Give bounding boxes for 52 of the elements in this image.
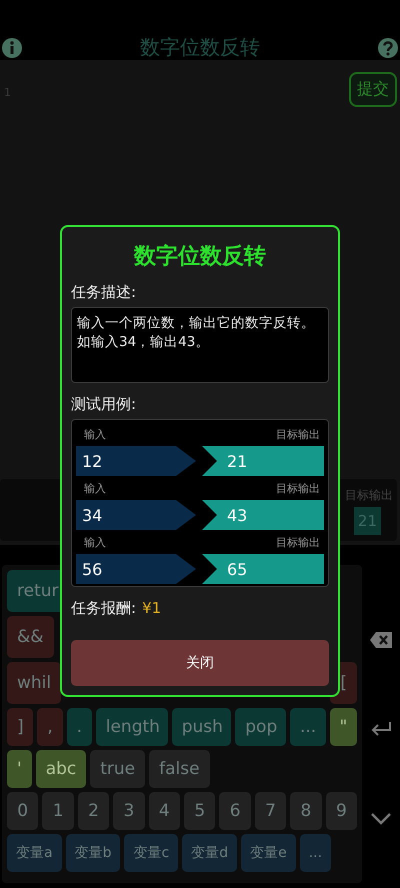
tests-label: 测试用例:: [71, 395, 138, 414]
description-label: 任务描述:: [71, 283, 138, 302]
keyboard-key[interactable]: .: [66, 708, 92, 746]
keyboard-key[interactable]: true: [90, 750, 146, 788]
keyboard-key[interactable]: 0: [7, 792, 38, 830]
keyboard-key[interactable]: 变量e: [241, 834, 296, 872]
task-description: 输入一个两位数，输出它的数字反转。如输入34，输出43。: [71, 307, 329, 383]
keyboard-key[interactable]: &&: [7, 616, 54, 658]
keyboard-key[interactable]: 变量d: [182, 834, 238, 872]
output-label: 目标输出: [276, 481, 320, 496]
keyboard-key[interactable]: 8: [290, 792, 322, 830]
keyboard-key[interactable]: false: [149, 750, 210, 788]
page-title: 数字位数反转: [140, 34, 260, 61]
output-label: 目标输出: [276, 535, 320, 550]
keyboard-key[interactable]: 7: [254, 792, 286, 830]
keyboard-key[interactable]: ,: [37, 708, 63, 746]
keyboard-key[interactable]: 3: [113, 792, 145, 830]
test-output: 65: [202, 554, 324, 584]
keyboard-key[interactable]: 变量a: [7, 834, 62, 872]
test-output: 43: [202, 500, 324, 530]
keyboard-key[interactable]: 变量c: [124, 834, 178, 872]
keyboard-key[interactable]: ...: [290, 708, 326, 746]
reward-value: ¥1: [142, 599, 162, 618]
keyboard-key[interactable]: whil: [7, 662, 62, 704]
input-label: 输入: [84, 535, 106, 550]
submit-button[interactable]: 提交: [349, 72, 397, 107]
keyboard-key[interactable]: 6: [219, 792, 251, 830]
output-label: 目标输出: [276, 427, 320, 442]
info-icon[interactable]: [2, 38, 22, 58]
keyboard-key[interactable]: ...: [300, 834, 332, 872]
keyboard-key[interactable]: 变量b: [66, 834, 120, 872]
test-output: 21: [202, 446, 324, 476]
keyboard-key[interactable]: 2: [78, 792, 110, 830]
keyboard-key[interactable]: 4: [148, 792, 180, 830]
keyboard-key[interactable]: 9: [326, 792, 358, 830]
keyboard-key[interactable]: pop: [235, 708, 286, 746]
input-label: 输入: [84, 427, 106, 442]
keyboard-key[interactable]: ": [330, 708, 358, 746]
backspace-icon[interactable]: [369, 630, 393, 650]
keyboard-key[interactable]: ': [7, 750, 32, 788]
reward-label: 任务报酬:: [71, 599, 136, 618]
close-button[interactable]: 关闭: [71, 640, 329, 686]
input-label: 输入: [84, 481, 106, 496]
keyboard-key[interactable]: push: [172, 708, 232, 746]
help-icon[interactable]: [378, 38, 398, 58]
keyboard-key[interactable]: length: [96, 708, 168, 746]
keyboard-key[interactable]: 5: [184, 792, 216, 830]
dialog-title: 数字位数反转: [132, 242, 267, 271]
keyboard-key[interactable]: 1: [42, 792, 74, 830]
keyboard-key[interactable]: abc: [36, 750, 86, 788]
output-label: 目标输出: [345, 487, 393, 504]
keyboard-key[interactable]: ]: [7, 708, 34, 746]
